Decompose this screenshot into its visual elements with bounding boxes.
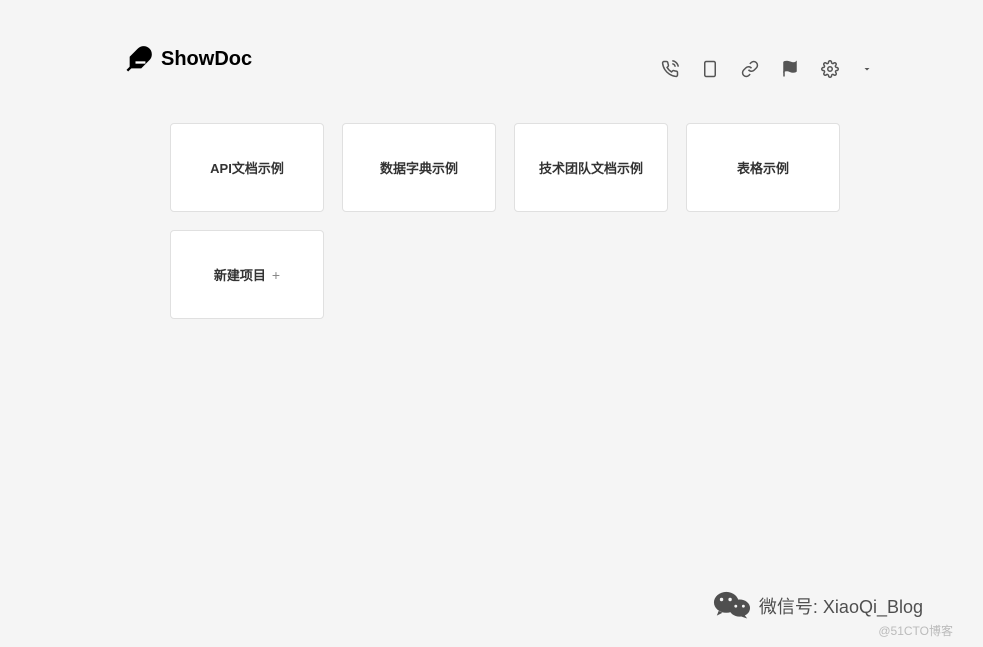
project-grid: API文档示例 数据字典示例 技术团队文档示例 表格示例 新建项目 +: [0, 78, 983, 319]
watermark-text: 微信号: XiaoQi_Blog: [759, 593, 923, 619]
project-title: 表格示例: [737, 158, 789, 177]
project-card[interactable]: 数据字典示例: [342, 123, 496, 212]
new-project-label: 新建项目: [214, 265, 266, 284]
wechat-icon: [713, 590, 751, 622]
sub-watermark: @51CTO博客: [878, 622, 953, 639]
project-card[interactable]: API文档示例: [170, 123, 324, 212]
support-icon[interactable]: [661, 60, 679, 78]
project-title: API文档示例: [210, 158, 284, 177]
feather-icon: [125, 45, 153, 73]
project-title: 数据字典示例: [380, 158, 458, 177]
flag-icon[interactable]: [781, 60, 799, 78]
watermark: 微信号: XiaoQi_Blog: [713, 590, 923, 622]
logo-text: ShowDoc: [161, 48, 252, 71]
mobile-icon[interactable]: [701, 60, 719, 78]
plus-icon: +: [272, 267, 280, 283]
logo[interactable]: ShowDoc: [125, 45, 252, 73]
dropdown-icon[interactable]: [861, 63, 873, 75]
link-icon[interactable]: [741, 60, 759, 78]
project-card[interactable]: 技术团队文档示例: [514, 123, 668, 212]
new-project-card[interactable]: 新建项目 +: [170, 230, 324, 319]
project-card[interactable]: 表格示例: [686, 123, 840, 212]
toolbar: [661, 60, 873, 78]
settings-icon[interactable]: [821, 60, 839, 78]
project-title: 技术团队文档示例: [539, 158, 643, 177]
